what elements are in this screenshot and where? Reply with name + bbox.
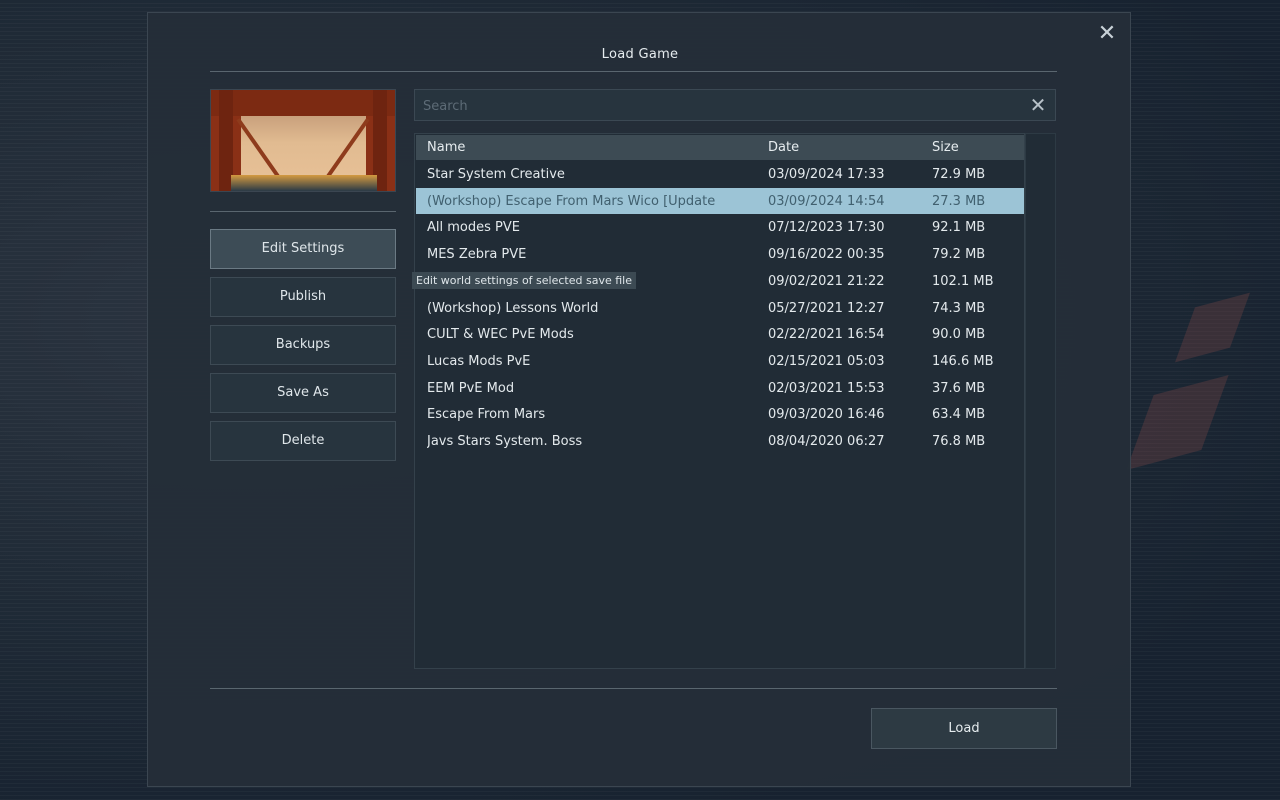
save-name: EEM PvE Mod (427, 380, 515, 396)
thumbnail-frame (211, 90, 395, 116)
save-date: 09/02/2021 21:22 (768, 273, 885, 289)
save-date: 09/03/2020 16:46 (768, 407, 885, 423)
save-date: 03/09/2024 17:33 (768, 167, 885, 182)
column-header-size[interactable]: Size (932, 140, 959, 155)
save-size: 76.8 MB (932, 434, 986, 449)
column-header-date[interactable]: Date (768, 140, 799, 155)
save-name: Escape From Mars (427, 407, 546, 423)
save-size: 72.9 MB (932, 167, 986, 182)
table-row[interactable]: CULT & WEC PvE Mods 02/22/2021 16:54 90.0 … (416, 321, 1024, 347)
backups-button[interactable]: Backups (210, 325, 396, 365)
table-row[interactable]: EEM PvE Mod 02/03/2021 15:53 37.6 MB (416, 375, 1024, 401)
scrollbar-track[interactable] (1025, 133, 1056, 669)
save-name: Star System Creative (427, 167, 565, 182)
table-row[interactable]: Javs Stars System. Boss 08/04/2020 06:27 7… (416, 428, 1024, 454)
save-name: Javs Stars System. Boss (427, 434, 583, 449)
search-box: ✕ (414, 89, 1056, 122)
save-size: 92.1 MB (932, 220, 986, 236)
divider (210, 71, 1057, 72)
save-name: All modes PVE (427, 220, 520, 236)
save-size: 146.6 MB (932, 353, 994, 369)
divider (210, 688, 1057, 689)
save-date: 03/09/2024 14:54 (768, 193, 885, 209)
table-row[interactable]: Escape From Mars 09/03/2020 16:46 63.4 MB (416, 401, 1024, 427)
save-size: 90.0 MB (932, 327, 986, 343)
save-size: 79.2 MB (932, 247, 986, 263)
table-row[interactable]: All modes PVE 07/12/2023 17:30 92.1 MB (416, 214, 1024, 240)
publish-button[interactable]: Publish (210, 277, 396, 317)
save-name: MES Zebra PVE (427, 247, 527, 263)
load-button[interactable]: Load (871, 708, 1057, 749)
search-input[interactable] (415, 90, 1025, 122)
save-size: 102.1 MB (932, 273, 994, 289)
background-debris (1126, 374, 1229, 471)
save-name: (Workshop) Escape From Mars Wico [Update (427, 193, 716, 209)
table-row[interactable]: (Workshop) Lessons World 05/27/2021 12:27… (416, 295, 1024, 321)
background-debris (1174, 292, 1251, 363)
save-date: 05/27/2021 12:27 (768, 300, 885, 316)
save-size: 37.6 MB (932, 380, 986, 396)
save-size: 63.4 MB (932, 407, 986, 423)
table-row[interactable]: MES Zebra PVE 09/16/2022 00:35 79.2 MB (416, 241, 1024, 267)
column-header-name[interactable]: Name (427, 140, 465, 155)
clear-search-icon[interactable]: ✕ (1027, 94, 1049, 116)
save-date: 02/15/2021 05:03 (768, 353, 885, 369)
save-name: Lucas Mods PvE (427, 353, 531, 369)
save-date: 09/16/2022 00:35 (768, 247, 885, 263)
divider (210, 211, 396, 212)
edit-settings-button[interactable]: Edit Settings (210, 229, 396, 269)
table-header: Name Date Size (416, 135, 1024, 160)
thumbnail-cockpit (231, 175, 377, 191)
save-date: 07/12/2023 17:30 (768, 220, 885, 236)
save-as-button[interactable]: Save As (210, 373, 396, 413)
save-size: 27.3 MB (932, 193, 986, 209)
delete-button[interactable]: Delete (210, 421, 396, 461)
world-thumbnail (210, 89, 396, 192)
save-name: (Workshop) Lessons World (427, 300, 599, 316)
dialog-title: Load Game (601, 47, 679, 62)
save-date: 02/22/2021 16:54 (768, 327, 885, 343)
save-size: 74.3 MB (932, 300, 986, 316)
save-name: CULT & WEC PvE Mods (427, 327, 574, 343)
close-icon[interactable]: ✕ (1096, 23, 1118, 45)
saves-table: Name Date Size Star System Creative 03/09… (414, 133, 1025, 669)
save-date: 02/03/2021 15:53 (768, 380, 885, 396)
table-row[interactable]: Lucas Mods PvE 02/15/2021 05:03 146.6 MB (416, 348, 1024, 374)
tooltip: Edit world settings of selected save fil… (412, 272, 636, 289)
table-row[interactable]: Star System Creative 03/09/2024 17:33 72.9… (416, 161, 1024, 187)
save-date: 08/04/2020 06:27 (768, 434, 885, 449)
table-row[interactable]: (Workshop) Escape From Mars Wico [Update… (416, 187, 1024, 214)
